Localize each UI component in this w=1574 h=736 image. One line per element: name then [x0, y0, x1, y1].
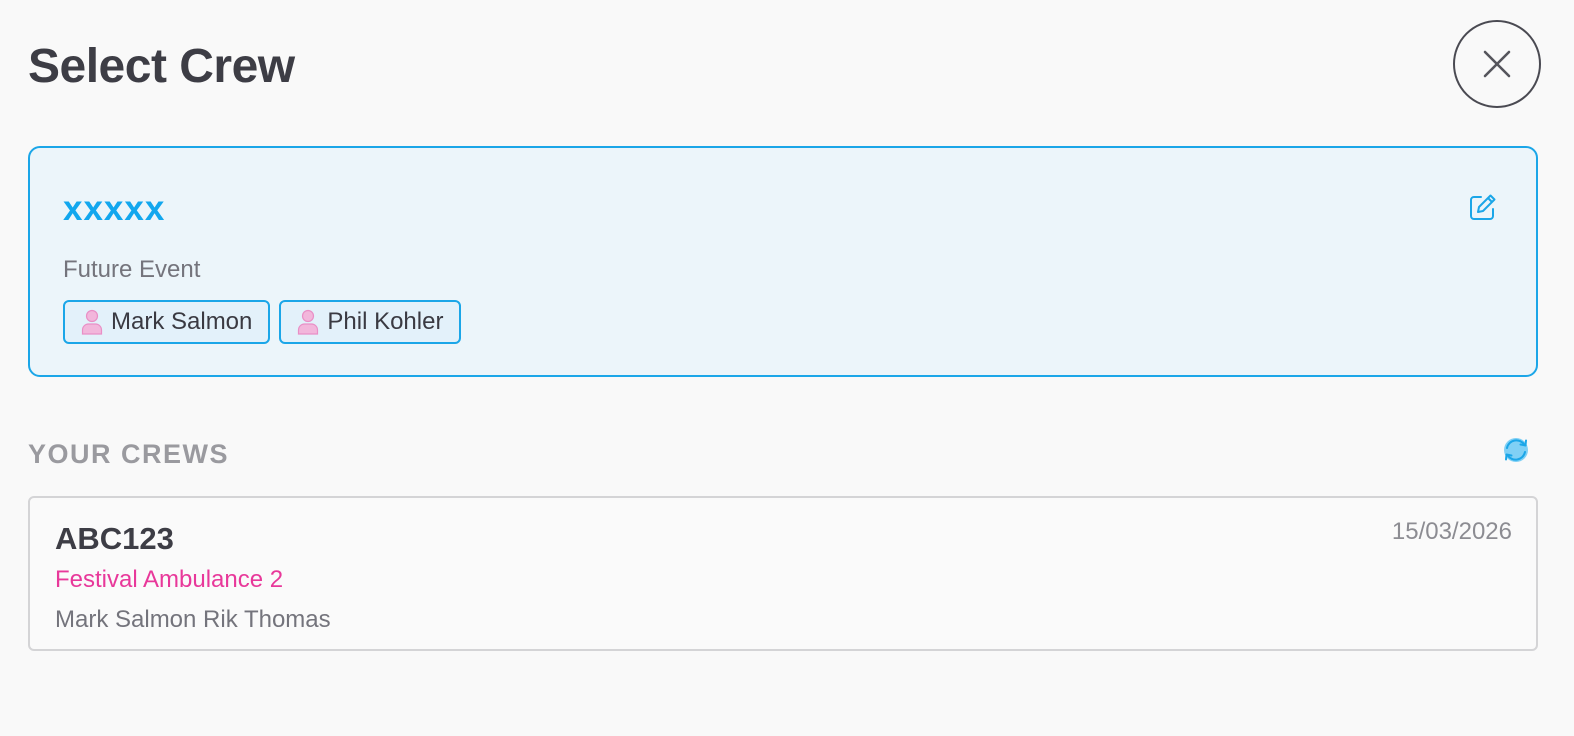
selected-crew-card: xxxxx Future Event Mark Salmon Phil Kohl… — [28, 146, 1538, 377]
member-name: Phil Kohler — [327, 308, 444, 335]
close-icon — [1482, 49, 1512, 79]
crew-date: 15/03/2026 — [1391, 518, 1512, 545]
your-crews-heading: YOUR CREWS — [28, 439, 230, 469]
close-button[interactable] — [1453, 20, 1541, 108]
refresh-icon — [1501, 435, 1531, 470]
edit-icon — [1468, 192, 1498, 227]
crew-members: Mark Salmon Rik Thomas — [55, 606, 331, 633]
person-icon — [297, 309, 319, 335]
selected-crew-subtitle: Future Event — [63, 256, 201, 283]
selected-crew-name: xxxxx — [63, 189, 166, 228]
person-icon — [81, 309, 103, 335]
crew-code: ABC123 — [55, 521, 174, 556]
crew-list-item[interactable]: ABC123 Festival Ambulance 2 Mark Salmon … — [28, 496, 1538, 651]
member-chip-list: Mark Salmon Phil Kohler — [63, 300, 462, 344]
member-chip: Mark Salmon — [63, 300, 271, 344]
refresh-button[interactable] — [1500, 436, 1532, 468]
crew-vehicle: Festival Ambulance 2 — [55, 566, 284, 593]
member-chip: Phil Kohler — [279, 300, 462, 344]
member-name: Mark Salmon — [111, 308, 253, 335]
edit-crew-button[interactable] — [1466, 192, 1500, 226]
page-title: Select Crew — [28, 40, 295, 93]
